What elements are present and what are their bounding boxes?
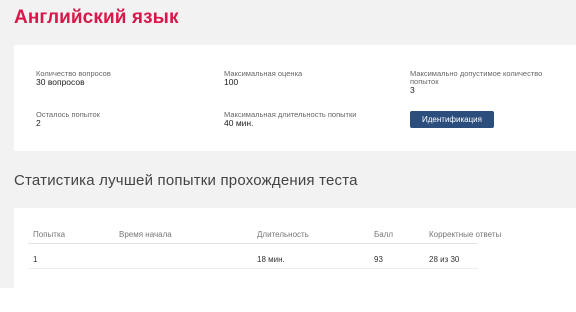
page-title: Английский язык: [14, 7, 179, 28]
info-attempts-left: Осталось попыток 2: [36, 111, 100, 128]
identification-button[interactable]: Идентификация: [410, 111, 494, 128]
info-max-attempts-value: 3: [410, 85, 415, 95]
info-max-attempts-label: Максимально допустимое количество попыто…: [410, 69, 543, 86]
test-info-card: Количество вопросов 30 вопросов Максимал…: [14, 45, 576, 151]
info-attempts-left-label: Осталось попыток: [36, 110, 100, 119]
stats-section-title: Статистика лучшей попытки прохождения те…: [14, 172, 358, 189]
table-cell-duration: 18 мин.: [257, 255, 285, 264]
info-attempts-left-value: 2: [36, 118, 41, 128]
stats-card: Попытка Время начала Длительность Балл К…: [14, 208, 576, 288]
info-questions-value: 30 вопросов: [36, 77, 85, 87]
column-header-score: Балл: [374, 230, 394, 239]
table-header-divider: [28, 243, 478, 244]
column-header-duration: Длительность: [257, 230, 309, 239]
info-max-score: Максимальная оценка 100: [224, 70, 302, 87]
table-cell-score: 93: [374, 255, 383, 264]
info-max-duration-value: 40 мин.: [224, 118, 254, 128]
info-questions: Количество вопросов 30 вопросов: [36, 70, 111, 87]
table-row-divider: [28, 268, 478, 269]
table-cell-attempt: 1: [33, 255, 38, 264]
column-header-start-time: Время начала: [119, 230, 172, 239]
info-max-duration: Максимальная длительность попытки 40 мин…: [224, 111, 356, 128]
table-cell-correct-answers: 28 из 30: [429, 255, 460, 264]
info-max-attempts: Максимально допустимое количество попыто…: [410, 70, 560, 95]
page-background: Английский язык Количество вопросов 30 в…: [0, 0, 576, 288]
column-header-correct-answers: Корректные ответы: [429, 230, 502, 239]
info-max-score-value: 100: [224, 77, 239, 87]
column-header-attempt: Попытка: [33, 230, 66, 239]
